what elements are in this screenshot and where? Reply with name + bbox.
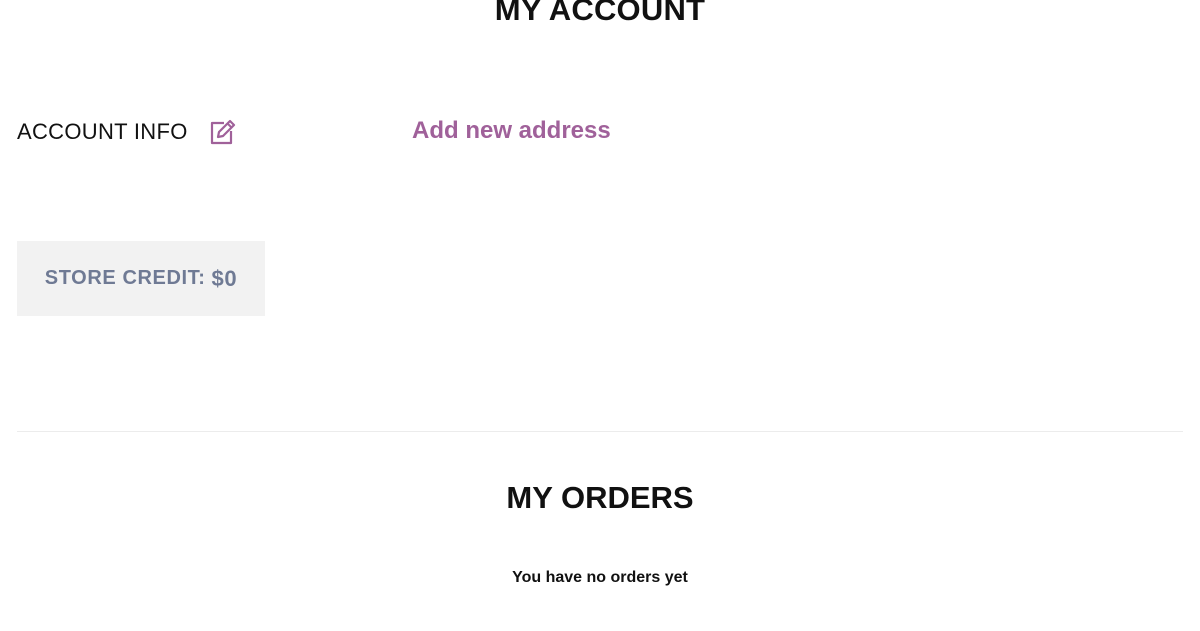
account-info-section: ACCOUNT INFO (17, 118, 236, 146)
store-credit-box: STORE CREDIT: $0 (17, 241, 265, 316)
page-title: MY ACCOUNT (494, 0, 706, 27)
account-info-title: ACCOUNT INFO (17, 119, 188, 144)
edit-icon[interactable] (208, 118, 236, 146)
section-divider (17, 431, 1183, 432)
orders-title: MY ORDERS (506, 480, 694, 515)
account-page: MY ACCOUNT ACCOUNT INFO Add new address … (0, 0, 1200, 631)
store-credit-amount: $0 (211, 265, 238, 291)
store-credit-label: STORE CREDIT: (44, 267, 206, 289)
no-orders-message: You have no orders yet (512, 569, 688, 586)
add-new-address-link[interactable]: Add new address (412, 117, 611, 145)
